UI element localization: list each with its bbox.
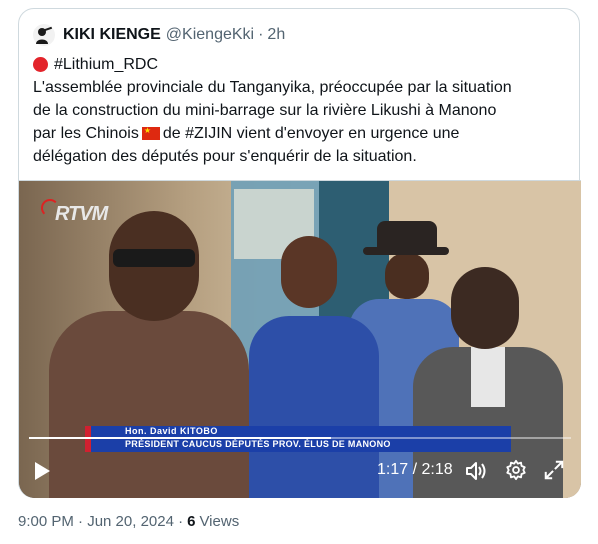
fullscreen-icon[interactable] [543, 459, 565, 481]
play-icon[interactable] [33, 461, 51, 481]
text-line-1: #Lithium_RDC [33, 53, 573, 76]
timecode: 1:17 / 2:18 [377, 461, 453, 479]
hashtag-lithium[interactable]: #Lithium_RDC [54, 53, 158, 76]
text-line-4: par les Chinois de #ZIJIN vient d'envoye… [33, 122, 573, 145]
lower-third-name: Hon. David KITOBO [125, 426, 218, 436]
progress-fill [29, 437, 332, 439]
channel-logo-text: RTVM [55, 203, 108, 225]
avatar[interactable] [33, 24, 55, 46]
time-separator: / [408, 461, 422, 478]
video-controls: 1:17 / 2:18 [19, 451, 581, 491]
china-flag-icon [141, 127, 160, 140]
tweet-time[interactable]: 2h [267, 26, 285, 44]
current-time: 1:17 [377, 461, 409, 478]
red-circle-icon [33, 57, 48, 72]
video-player[interactable]: RTVM Hon. David KITOBO PRÉSIDENT CAUCUS … [19, 180, 581, 498]
author-name[interactable]: KIKI KIENGE [63, 26, 161, 44]
user-silhouette-icon [36, 26, 53, 44]
lower-third-accent [85, 426, 91, 452]
tweet-header: KIKI KIENGE @KiengeKki · 2h [33, 23, 285, 47]
lower-third-title: PRÉSIDENT CAUCUS DÉPUTÉS PROV. ÉLUS DE M… [125, 439, 391, 449]
views-label: Views [199, 513, 240, 530]
tweet-datetime[interactable]: 9:00 PM · Jun 20, 2024 · [18, 513, 183, 530]
duration: 2:18 [421, 461, 453, 478]
progress-bar[interactable] [29, 437, 571, 439]
text-line-3: de la construction du mini-barrage sur l… [33, 102, 497, 119]
text-line-4a: par les Chinois [33, 125, 139, 142]
gear-icon[interactable] [505, 459, 527, 481]
tweet-text: #Lithium_RDC L'assemblée provinciale du … [33, 53, 573, 168]
author-handle[interactable]: @KiengeKki [166, 26, 254, 44]
text-line-5: délégation des députés pour s'enquérir d… [33, 148, 417, 165]
channel-logo: RTVM [41, 199, 111, 229]
text-line-2: L'assemblée provinciale du Tanganyika, p… [33, 79, 512, 96]
text-line-4b: de #ZIJIN vient d'envoyer en urgence une [162, 125, 460, 142]
tweet-meta: 9:00 PM · Jun 20, 2024 · 6 Views [18, 513, 239, 530]
lower-third: Hon. David KITOBO PRÉSIDENT CAUCUS DÉPUT… [85, 426, 511, 452]
separator-dot: · [258, 26, 264, 43]
views-count: 6 [187, 513, 196, 530]
volume-icon[interactable] [465, 461, 487, 481]
tweet-card[interactable]: KIKI KIENGE @KiengeKki · 2h #Lithium_RDC… [18, 8, 581, 498]
